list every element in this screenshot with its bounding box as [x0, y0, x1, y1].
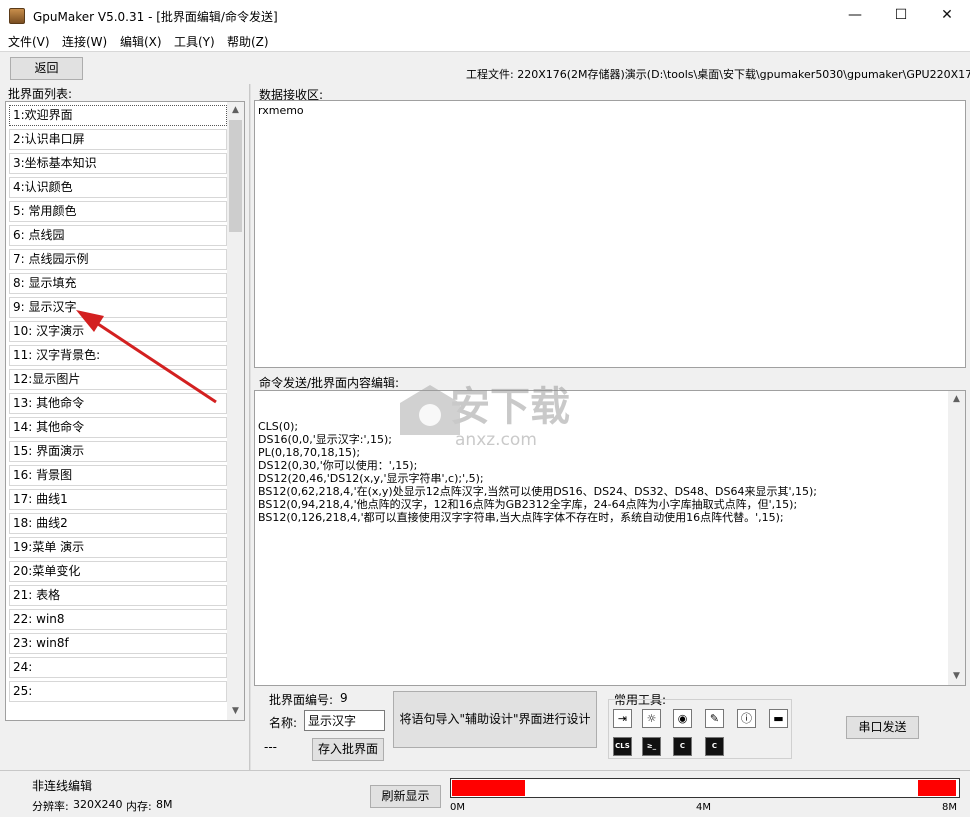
edit-mode: 非连线编辑	[32, 779, 93, 793]
tick-8m: 8M	[942, 802, 957, 813]
list-item[interactable]: 24:	[9, 657, 227, 678]
pencil-icon[interactable]: ✎	[705, 709, 724, 728]
menu-bar: 文件(V) 连接(W) 编辑(X) 工具(Y) 帮助(Z)	[0, 31, 970, 51]
screen-dashes: ---	[264, 740, 277, 754]
list-item[interactable]: 9: 显示汉字	[9, 297, 227, 318]
minimize-button[interactable]: —	[832, 0, 878, 31]
scroll-down-icon[interactable]: ▼	[227, 703, 244, 720]
screen-number-value: 9	[340, 691, 348, 705]
memory-value: 8M	[156, 798, 173, 811]
list-item[interactable]: 23: win8f	[9, 633, 227, 654]
command-memo[interactable]: CLS(0); DS16(0,0,'显示汉字:',15); PL(0,18,70,1…	[254, 390, 966, 686]
resolution-label: 分辨率:	[32, 800, 69, 813]
memory-icon[interactable]: ▬	[769, 709, 788, 728]
import-design-button[interactable]: 将语句导入"辅助设计"界面进行设计	[393, 691, 597, 748]
info-icon[interactable]: ⓘ	[737, 709, 756, 728]
batch-list[interactable]: 1:欢迎界面 2:认识串口屏 3:坐标基本知识 4:认识颜色 5: 常用颜色 6: 点线园…	[5, 101, 245, 721]
list-item[interactable]: 3:坐标基本知识	[9, 153, 227, 174]
list-item[interactable]: 4:认识颜色	[9, 177, 227, 198]
list-scrollbar[interactable]: ▲ ▼	[227, 102, 244, 720]
serial-send-button[interactable]: 串口发送	[846, 716, 919, 739]
memory-used-segment	[918, 780, 956, 796]
list-item[interactable]: 13: 其他命令	[9, 393, 227, 414]
cls-icon[interactable]: CLS	[613, 737, 632, 756]
command-line: BS12(0,94,218,4,'他点阵的汉字，12和16点阵为GB2312全字…	[258, 498, 798, 511]
command-line: BS12(0,126,218,4,'都可以直接使用汉字字符串,当大点阵字体不存在…	[258, 511, 784, 524]
memory-label: 内存:	[126, 800, 152, 813]
title-bar: GpuMaker V5.0.31 - [批界面编辑/命令发送] — ☐ ✕	[0, 0, 970, 31]
tick-0m: 0M	[450, 802, 465, 813]
memory-used-segment	[452, 780, 526, 796]
memory-usage-bar	[450, 778, 960, 798]
tick-4m: 4M	[696, 802, 711, 813]
list-item[interactable]: 15: 界面演示	[9, 441, 227, 462]
screen-name-label: 名称:	[269, 716, 298, 730]
c-icon[interactable]: C	[673, 737, 692, 756]
screen-name-input[interactable]	[304, 710, 385, 731]
close-button[interactable]: ✕	[924, 0, 970, 31]
batch-list-label: 批界面列表:	[8, 87, 73, 101]
common-tools-group	[608, 699, 792, 759]
list-item[interactable]: 12:显示图片	[9, 369, 227, 390]
list-item[interactable]: 6: 点线园	[9, 225, 227, 246]
screen-number-label: 批界面编号:	[269, 693, 334, 707]
list-item[interactable]: 14: 其他命令	[9, 417, 227, 438]
settings-icon[interactable]: ☼	[642, 709, 661, 728]
save-screen-button[interactable]: 存入批界面	[312, 738, 384, 761]
project-file-path: 工程文件: 220X176(2M存储器)演示(D:\tools\桌面\安下载\g…	[466, 68, 970, 81]
panel-splitter[interactable]	[249, 84, 251, 770]
status-bar: 非连线编辑 分辨率: 320X240 内存: 8M 刷新显示 0M 4M 8M	[0, 770, 970, 817]
command-line: DS12(0,30,'你可以使用：',15);	[258, 459, 418, 472]
list-item[interactable]: 17: 曲线1	[9, 489, 227, 510]
c-icon[interactable]: C	[705, 737, 724, 756]
command-scrollbar[interactable]: ▲ ▼	[948, 391, 965, 685]
list-item[interactable]: 18: 曲线2	[9, 513, 227, 534]
list-item[interactable]: 1:欢迎界面	[9, 105, 227, 126]
list-item[interactable]: 11: 汉字背景色:	[9, 345, 227, 366]
app-icon	[9, 8, 25, 24]
list-item[interactable]: 19:菜单 演示	[9, 537, 227, 558]
command-line: DS16(0,0,'显示汉字:',15);	[258, 433, 392, 446]
terminal-icon[interactable]: ≥_	[642, 737, 661, 756]
list-item[interactable]: 25:	[9, 681, 227, 702]
resolution-value: 320X240	[73, 798, 123, 811]
menu-file[interactable]: 文件(V)	[8, 33, 50, 50]
enter-icon[interactable]: ⇥	[613, 709, 632, 728]
list-item[interactable]: 16: 背景图	[9, 465, 227, 486]
list-item[interactable]: 8: 显示填充	[9, 273, 227, 294]
scroll-up-icon[interactable]: ▲	[948, 391, 965, 408]
receive-memo[interactable]: rxmemo	[254, 100, 966, 368]
list-item[interactable]: 7: 点线园示例	[9, 249, 227, 270]
maximize-button[interactable]: ☐	[878, 0, 924, 31]
scroll-up-icon[interactable]: ▲	[227, 102, 244, 119]
scroll-thumb[interactable]	[229, 120, 242, 232]
command-area-label: 命令发送/批界面内容编辑:	[259, 376, 400, 390]
list-item[interactable]: 22: win8	[9, 609, 227, 630]
window-title: GpuMaker V5.0.31 - [批界面编辑/命令发送]	[33, 10, 278, 24]
list-item[interactable]: 20:菜单变化	[9, 561, 227, 582]
command-line: BS12(0,62,218,4,'在(x,y)处显示12点阵汉字,当然可以使用D…	[258, 485, 817, 498]
back-button[interactable]: 返回	[10, 57, 83, 80]
command-line: DS12(20,46,'DS12(x,y,'显示字符串',c);',5);	[258, 472, 484, 485]
menu-help[interactable]: 帮助(Z)	[227, 33, 269, 50]
command-line: CLS(0);	[258, 420, 299, 433]
menu-edit[interactable]: 编辑(X)	[120, 33, 162, 50]
list-item[interactable]: 2:认识串口屏	[9, 129, 227, 150]
menu-connect[interactable]: 连接(W)	[62, 33, 107, 50]
command-line: PL(0,18,70,18,15);	[258, 446, 361, 459]
scroll-down-icon[interactable]: ▼	[948, 668, 965, 685]
toolbar: 返回 工程文件: 220X176(2M存储器)演示(D:\tools\桌面\安下…	[0, 51, 970, 84]
list-item[interactable]: 21: 表格	[9, 585, 227, 606]
target-icon[interactable]: ◉	[673, 709, 692, 728]
batch-list-panel: 批界面列表: 1:欢迎界面 2:认识串口屏 3:坐标基本知识 4:认识颜色 5: 常用颜…	[0, 84, 249, 770]
refresh-display-button[interactable]: 刷新显示	[370, 785, 441, 808]
menu-tools[interactable]: 工具(Y)	[174, 33, 215, 50]
list-item[interactable]: 5: 常用颜色	[9, 201, 227, 222]
list-item[interactable]: 10: 汉字演示	[9, 321, 227, 342]
